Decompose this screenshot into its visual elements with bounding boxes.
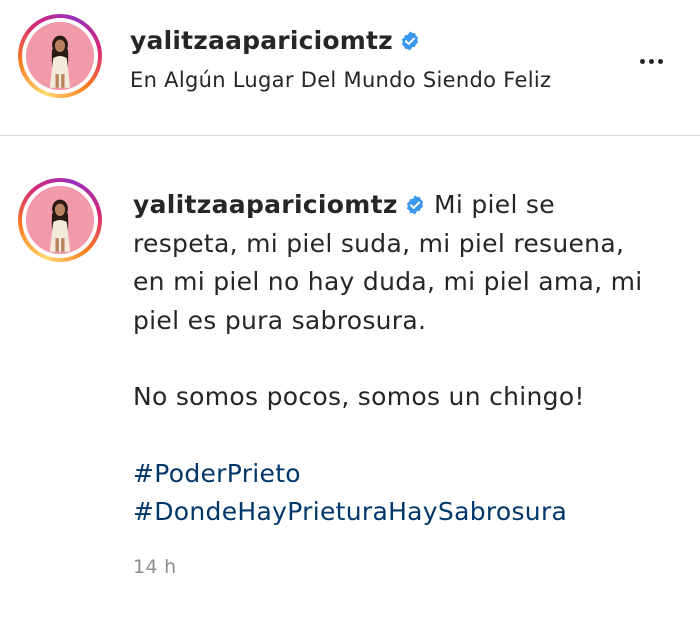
more-dot — [658, 58, 663, 64]
more-dot — [649, 58, 654, 64]
avatar-photo — [26, 22, 94, 90]
header-username[interactable]: yalitzaapariciomtz — [130, 26, 393, 55]
post-location[interactable]: En Algún Lugar Del Mundo Siendo Feliz — [130, 68, 551, 92]
post-timestamp: 14 h — [133, 556, 177, 578]
more-horizontal-icon — [640, 58, 645, 64]
header-username-row: yalitzaapariciomtz — [130, 26, 421, 55]
more-options-button[interactable] — [640, 56, 674, 66]
caption-text-paragraph-2: No somos pocos, somos un chingo! — [133, 382, 585, 411]
post-caption: yalitzaapariciomtz Mi piel se respeta, m… — [133, 186, 653, 532]
verified-badge-icon — [401, 31, 419, 51]
hashtag-list: #PoderPrieto #DondeHayPrieturaHaySabrosu… — [133, 455, 653, 532]
hashtag-link[interactable]: #DondeHayPrieturaHaySabrosura — [133, 493, 653, 532]
post-header: yalitzaapariciomtz En Algún Lugar Del Mu… — [0, 0, 700, 136]
avatar-photo — [26, 186, 94, 254]
caption-username[interactable]: yalitzaapariciomtz — [133, 190, 398, 219]
caption-avatar[interactable] — [18, 178, 102, 262]
verified-badge-icon — [406, 195, 423, 215]
profile-avatar[interactable] — [18, 14, 102, 98]
hashtag-link[interactable]: #PoderPrieto — [133, 455, 653, 494]
